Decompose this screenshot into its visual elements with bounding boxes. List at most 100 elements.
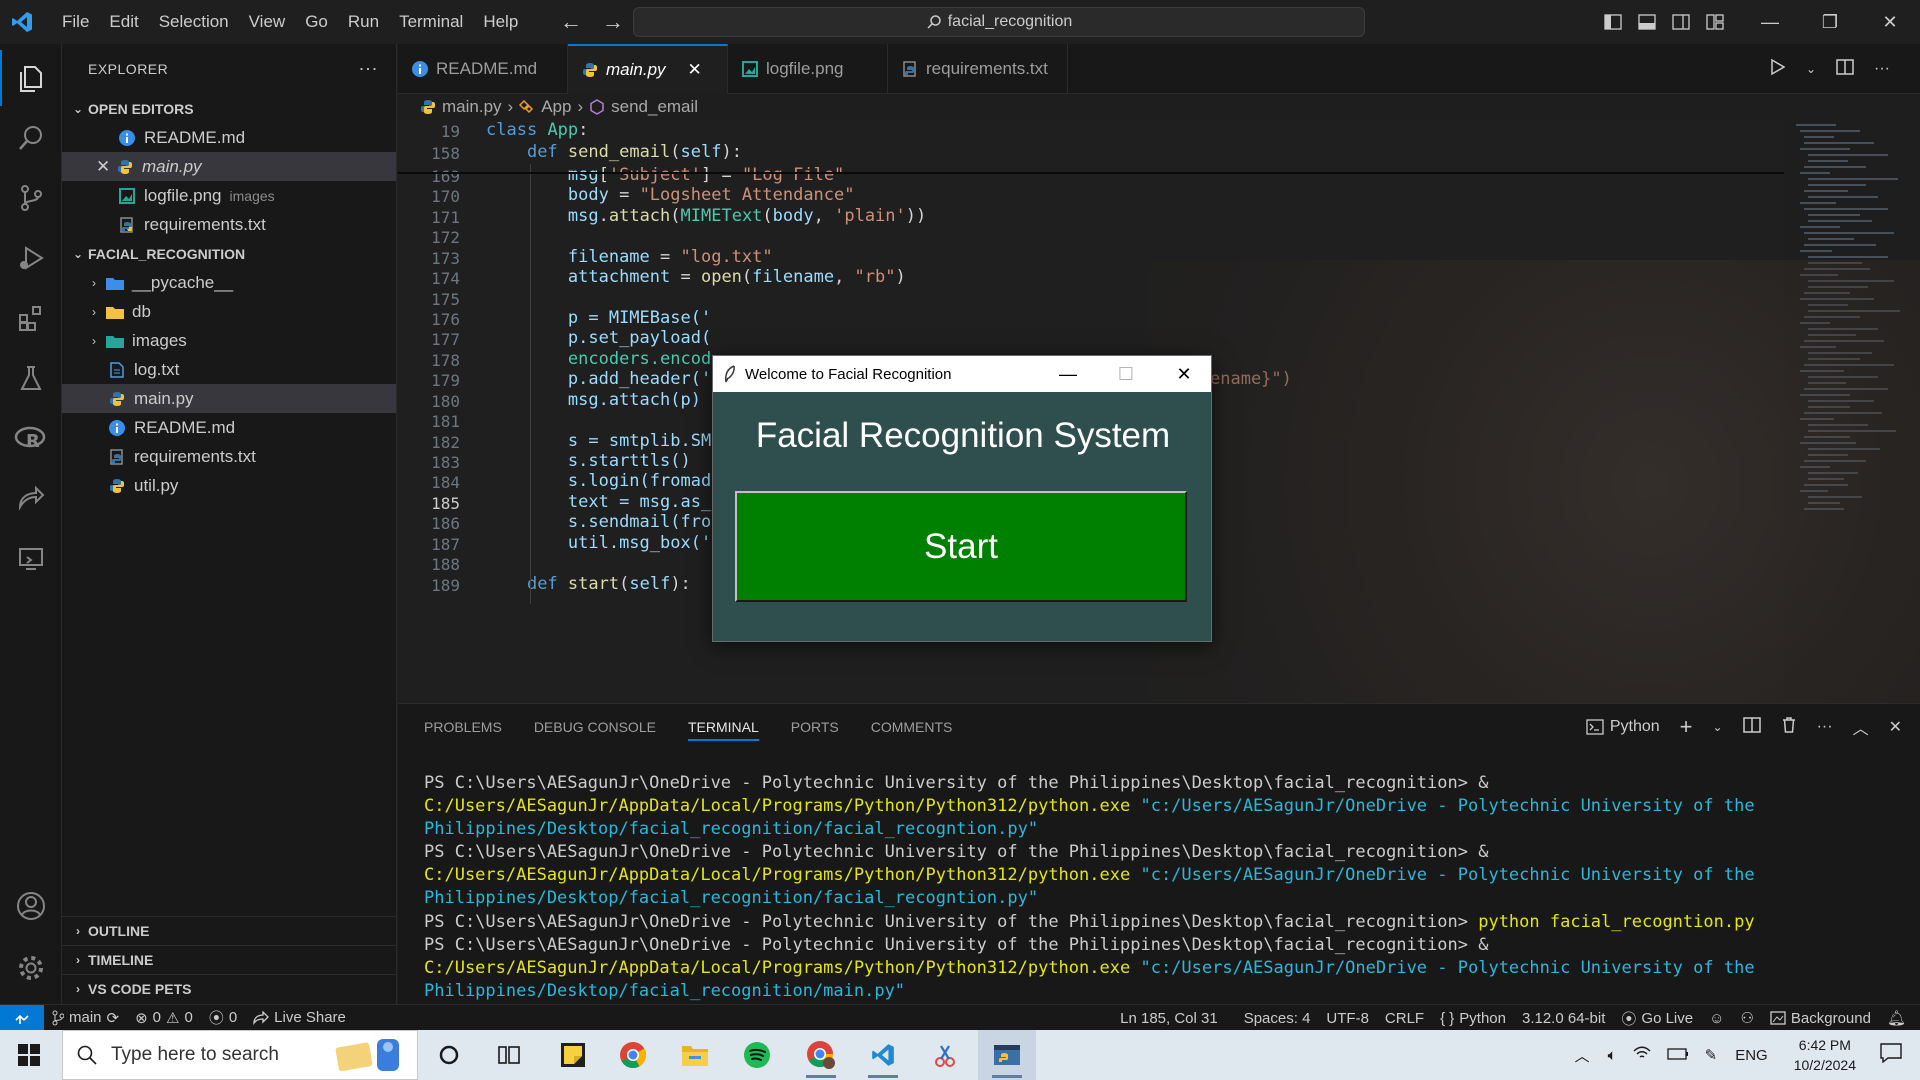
tab-requirements[interactable]: requirements.txt bbox=[888, 44, 1068, 94]
open-editor-item[interactable]: ✕ main.py bbox=[62, 152, 396, 181]
menu-terminal[interactable]: Terminal bbox=[389, 0, 473, 44]
terminal-profile[interactable]: Python bbox=[1586, 718, 1660, 736]
folder-item[interactable]: › __pycache__ bbox=[62, 268, 396, 297]
r-extension-icon[interactable]: R bbox=[0, 410, 62, 466]
file-item[interactable]: main.py bbox=[62, 384, 396, 413]
show-hidden-icons-icon[interactable]: ︿ bbox=[1575, 1045, 1590, 1066]
command-center-search[interactable]: facial_recognition bbox=[633, 7, 1365, 37]
toggle-panel-icon[interactable] bbox=[1630, 0, 1664, 44]
python-interpreter[interactable]: 3.12.0 64-bit bbox=[1514, 1010, 1613, 1027]
chrome-profile-icon[interactable] bbox=[792, 1030, 850, 1080]
python-tk-app-icon[interactable] bbox=[978, 1030, 1036, 1080]
volume-icon[interactable]: 🔈︎ bbox=[1608, 1047, 1617, 1064]
menu-view[interactable]: View bbox=[239, 0, 296, 44]
problems-status[interactable]: ⊗ 0 ⚠ 0 bbox=[127, 1009, 201, 1027]
tab-logfile[interactable]: logfile.png bbox=[728, 44, 888, 94]
cursor-position[interactable]: Ln 185, Col 31 bbox=[1112, 1010, 1226, 1027]
terminal-dropdown-icon[interactable]: ⌄ bbox=[1713, 720, 1723, 734]
outline-section[interactable]: › OUTLINE bbox=[62, 916, 397, 945]
clock[interactable]: 6:42 PM 10/2/2024 bbox=[1794, 1035, 1856, 1075]
customize-layout-icon[interactable] bbox=[1698, 0, 1732, 44]
ports-status[interactable]: ⦿ 0 bbox=[201, 1007, 245, 1028]
snipping-tool-icon[interactable] bbox=[916, 1030, 974, 1080]
background-status[interactable]: Background bbox=[1762, 1010, 1879, 1027]
dialog-close-icon[interactable]: ✕ bbox=[1155, 356, 1213, 392]
minimize-icon[interactable]: — bbox=[1740, 0, 1800, 44]
trash-icon[interactable] bbox=[1781, 716, 1797, 739]
end-of-line[interactable]: CRLF bbox=[1377, 1010, 1432, 1027]
more-actions-icon[interactable]: ··· bbox=[359, 58, 378, 79]
restore-icon[interactable]: ❐ bbox=[1800, 0, 1860, 44]
notifications-icon[interactable] bbox=[1880, 1043, 1902, 1067]
explorer-icon[interactable] bbox=[0, 50, 62, 106]
tab-debug-console[interactable]: DEBUG CONSOLE bbox=[534, 719, 656, 735]
close-window-icon[interactable]: ✕ bbox=[1860, 0, 1920, 44]
cortana-icon[interactable] bbox=[420, 1030, 478, 1080]
tab-readme[interactable]: README.md bbox=[398, 44, 568, 94]
folder-item[interactable]: › images bbox=[62, 326, 396, 355]
split-editor-icon[interactable] bbox=[1836, 58, 1854, 80]
tab-comments[interactable]: COMMENTS bbox=[871, 719, 953, 735]
source-control-icon[interactable] bbox=[0, 170, 62, 226]
branch-status[interactable]: main ⟳ bbox=[44, 1009, 127, 1027]
menu-go[interactable]: Go bbox=[295, 0, 338, 44]
pen-icon[interactable]: ✎ bbox=[1705, 1046, 1718, 1064]
toggle-primary-sidebar-icon[interactable] bbox=[1596, 0, 1630, 44]
extensions-icon[interactable] bbox=[0, 290, 62, 346]
battery-icon[interactable] bbox=[1666, 1047, 1689, 1064]
open-editors-section[interactable]: ⌄ OPEN EDITORS bbox=[62, 94, 396, 123]
forward-arrow-icon[interactable]: → bbox=[602, 9, 624, 35]
close-editor-icon[interactable]: ✕ bbox=[96, 157, 116, 177]
menu-selection[interactable]: Selection bbox=[149, 0, 239, 44]
notifications-bell-icon[interactable]: 🔔︎ bbox=[1879, 1009, 1914, 1027]
spotify-icon[interactable] bbox=[728, 1030, 786, 1080]
close-tab-icon[interactable]: ✕ bbox=[688, 60, 702, 80]
copilot-icon[interactable]: ☺ bbox=[1701, 1010, 1732, 1027]
testing-icon[interactable] bbox=[0, 350, 62, 406]
task-view-icon[interactable] bbox=[480, 1030, 538, 1080]
search-view-icon[interactable] bbox=[0, 110, 62, 166]
remote-explorer-icon[interactable] bbox=[0, 530, 62, 586]
open-editor-item[interactable]: requirements.txt bbox=[62, 210, 396, 239]
vscode-pets-section[interactable]: › VS CODE PETS bbox=[62, 974, 397, 1003]
tab-problems[interactable]: PROBLEMS bbox=[424, 719, 502, 735]
start-button[interactable]: Start bbox=[735, 491, 1187, 602]
tab-main-py[interactable]: main.py ✕ bbox=[568, 44, 728, 94]
tab-terminal[interactable]: TERMINAL bbox=[687, 713, 759, 741]
tab-ports[interactable]: PORTS bbox=[791, 719, 839, 735]
file-explorer-icon[interactable] bbox=[666, 1030, 724, 1080]
file-item[interactable]: README.md bbox=[62, 413, 396, 442]
menu-run[interactable]: Run bbox=[338, 0, 389, 44]
settings-gear-icon[interactable] bbox=[0, 940, 62, 996]
live-share-icon[interactable] bbox=[0, 470, 62, 526]
remote-indicator-icon[interactable] bbox=[0, 1004, 44, 1031]
open-editor-item[interactable]: README.md bbox=[62, 123, 396, 152]
language-mode[interactable]: { } Python bbox=[1432, 1010, 1514, 1027]
open-editor-item[interactable]: logfile.png images bbox=[62, 181, 396, 210]
copilot-chat-icon[interactable]: ⚇ bbox=[1732, 1009, 1761, 1027]
windows-start-icon[interactable] bbox=[0, 1030, 58, 1080]
timeline-section[interactable]: › TIMELINE bbox=[62, 945, 397, 974]
go-live-button[interactable]: ⦿ Go Live bbox=[1613, 1008, 1701, 1029]
file-item[interactable]: log.txt bbox=[62, 355, 396, 384]
menu-edit[interactable]: Edit bbox=[99, 0, 148, 44]
minimap[interactable] bbox=[1784, 120, 1920, 703]
wifi-icon[interactable] bbox=[1633, 1046, 1651, 1064]
language-indicator[interactable]: ENG bbox=[1735, 1047, 1768, 1064]
dialog-minimize-icon[interactable]: — bbox=[1039, 356, 1097, 392]
live-share-status[interactable]: Live Share bbox=[245, 1009, 354, 1026]
breadcrumb-class[interactable]: App bbox=[541, 97, 571, 117]
maximize-panel-icon[interactable]: ︿ bbox=[1853, 715, 1869, 739]
dialog-maximize-icon[interactable]: ☐ bbox=[1097, 356, 1155, 392]
more-actions-icon[interactable]: ··· bbox=[1874, 60, 1890, 78]
terminal-output[interactable]: PS C:\Users\AESagunJr\OneDrive - Polytec… bbox=[424, 772, 1904, 1025]
breadcrumb-method[interactable]: send_email bbox=[611, 97, 698, 117]
run-dropdown-icon[interactable]: ⌄ bbox=[1806, 62, 1816, 76]
account-icon[interactable] bbox=[0, 878, 62, 934]
run-file-icon[interactable] bbox=[1770, 58, 1786, 81]
breadcrumb-file[interactable]: main.py bbox=[442, 97, 502, 117]
project-section[interactable]: ⌄ FACIAL_RECOGNITION bbox=[62, 239, 396, 268]
folder-item[interactable]: › db bbox=[62, 297, 396, 326]
menu-file[interactable]: File bbox=[52, 0, 99, 44]
taskbar-search[interactable]: Type here to search bbox=[62, 1030, 418, 1080]
